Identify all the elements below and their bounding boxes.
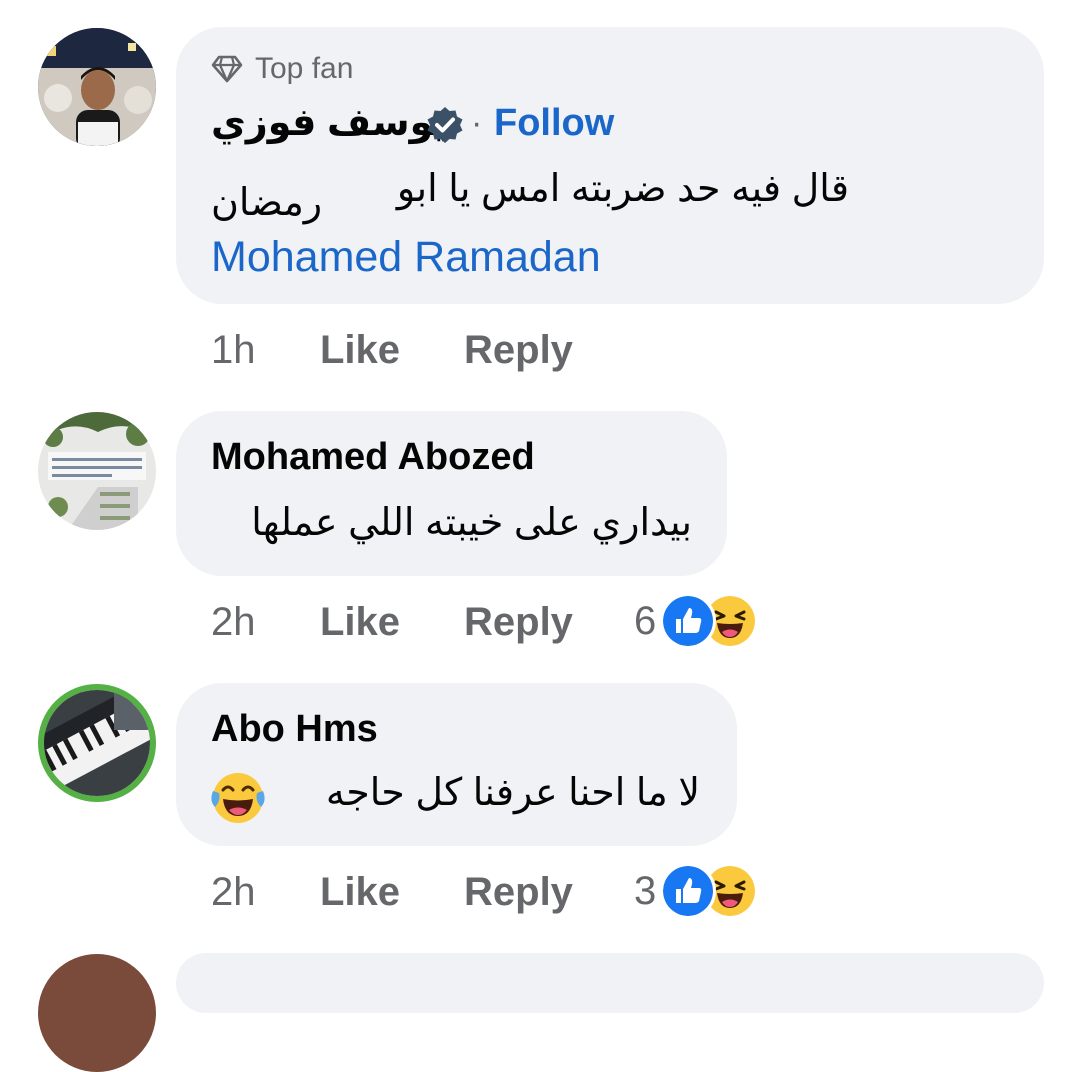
- tears-of-joy-emoji-icon: [211, 773, 265, 823]
- like-button[interactable]: Like: [320, 600, 400, 645]
- reaction-count: 3: [634, 868, 657, 913]
- reactions-summary[interactable]: 3: [634, 863, 759, 919]
- mention-link[interactable]: Mohamed Ramadan: [211, 233, 601, 282]
- comment-text: لا ما احنا عرفنا كل حاجه: [325, 772, 700, 814]
- comment-text-line-1: قال فيه حد ضربته امس يا ابو: [396, 168, 849, 210]
- reply-button[interactable]: Reply: [464, 328, 573, 373]
- avatar-photo: [38, 412, 156, 530]
- reaction-count: 6: [634, 598, 657, 643]
- reply-button[interactable]: Reply: [464, 600, 573, 645]
- author-name-abo-hms[interactable]: Abo Hms: [211, 708, 378, 751]
- avatar-photo: [38, 28, 156, 146]
- comment-text-line-2: رمضان: [211, 182, 323, 224]
- like-reaction-icon: [660, 863, 717, 919]
- avatar-youssef[interactable]: [38, 28, 156, 146]
- top-fan-label: Top fan: [255, 52, 354, 85]
- diamond-icon: [211, 55, 243, 83]
- like-button[interactable]: Like: [320, 328, 400, 373]
- timestamp[interactable]: 2h: [211, 870, 256, 915]
- timestamp[interactable]: 2h: [211, 600, 256, 645]
- avatar-mohamed-abozed[interactable]: [38, 412, 156, 530]
- avatar-next-comment[interactable]: [38, 954, 156, 1072]
- like-reaction-icon: [660, 593, 717, 649]
- author-name-youssef[interactable]: يوسف فوزي: [211, 100, 448, 145]
- like-button[interactable]: Like: [320, 870, 400, 915]
- reactions-summary[interactable]: 6: [634, 593, 759, 649]
- separator-dot: ·: [471, 104, 483, 142]
- author-name-mohamed-abozed[interactable]: Mohamed Abozed: [211, 436, 535, 479]
- verified-badge-icon: [427, 107, 463, 143]
- top-fan-badge[interactable]: Top fan: [211, 52, 353, 86]
- comment-bubble-4: [176, 953, 1044, 1013]
- avatar-photo: [44, 690, 150, 796]
- follow-button[interactable]: Follow: [494, 102, 614, 145]
- timestamp[interactable]: 1h: [211, 328, 256, 373]
- avatar-abo-hms[interactable]: [38, 684, 156, 802]
- reply-button[interactable]: Reply: [464, 870, 573, 915]
- comment-text: بيداري على خيبته اللي عملها: [251, 502, 692, 544]
